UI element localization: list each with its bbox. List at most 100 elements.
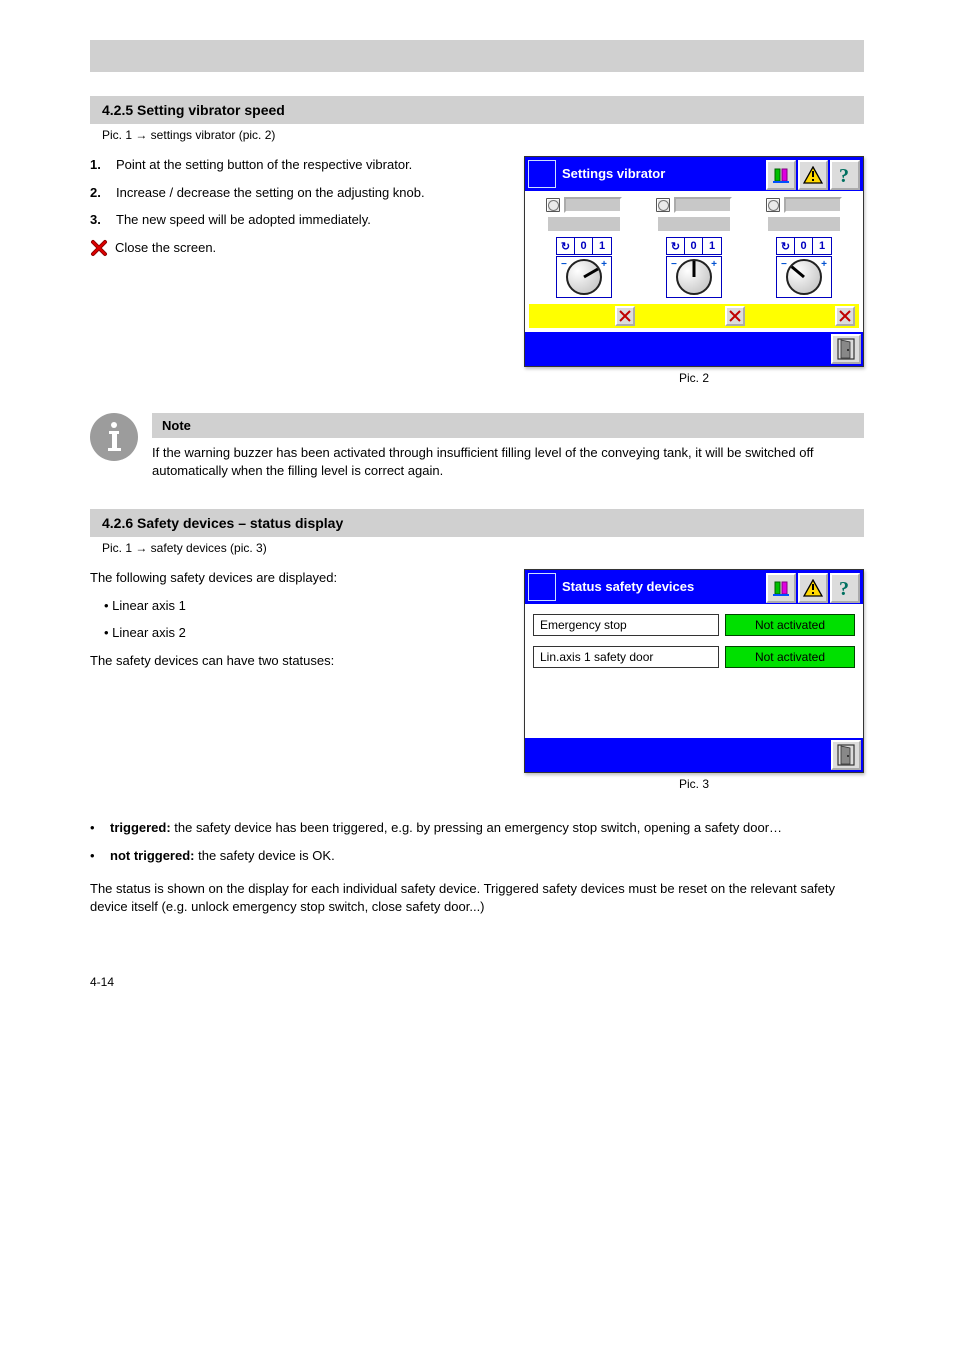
info-body: If the warning buzzer has been activated… <box>152 438 864 479</box>
warning-icon-button[interactable] <box>798 160 828 190</box>
knob-1: ↻ 0 1 − + <box>544 237 624 298</box>
reset-icon: ↻ <box>671 240 680 253</box>
safety-row-1-label: Emergency stop <box>533 614 719 636</box>
warning-triangle-icon <box>803 579 823 597</box>
hmi2-title: Status safety devices <box>562 572 765 602</box>
section-1-trail: Pic. 1 → settings vibrator (pic. 2) <box>90 128 864 142</box>
hmi-title: Settings vibrator <box>562 159 765 189</box>
minus-icon: − <box>781 259 787 270</box>
safety-row-2-label: Lin.axis 1 safety door <box>533 646 719 668</box>
info-icon <box>90 413 138 461</box>
info-heading: Note <box>152 413 864 438</box>
sub-label-1 <box>548 217 620 231</box>
lamp-2-field[interactable] <box>674 197 732 213</box>
lamp-1-icon <box>546 198 560 212</box>
knob-2-one-button[interactable]: 1 <box>703 238 721 254</box>
knob-3-zero-button[interactable]: 0 <box>795 238 813 254</box>
section-2-title: 4.2.6 Safety devices – status display <box>90 509 864 537</box>
exit-door-button[interactable] <box>831 334 861 364</box>
bars-icon-button-2[interactable] <box>766 573 796 603</box>
bars-icon <box>772 166 790 184</box>
sub-label-3 <box>768 217 840 231</box>
section-2-explain: The safety devices can have two statuses… <box>90 652 506 670</box>
exit-door-button-2[interactable] <box>831 740 861 770</box>
lamp-2-icon <box>656 198 670 212</box>
status-2-desc: the safety device is OK. <box>198 848 335 863</box>
minus-icon: − <box>561 259 567 270</box>
section-2-intro: The following safety devices are display… <box>90 569 506 587</box>
bars-icon <box>772 579 790 597</box>
knob-3-dial[interactable]: − + <box>776 256 832 298</box>
bars-icon-button[interactable] <box>766 160 796 190</box>
status-1-desc: the safety device has been triggered, e.… <box>174 820 782 835</box>
warning-triangle-icon <box>803 166 823 184</box>
section-1-title-text: 4.2.5 Setting vibrator speed <box>102 102 285 118</box>
plus-icon: + <box>601 259 607 270</box>
step-1-num: 1. <box>90 156 108 174</box>
step-4-text: Close the screen. <box>115 239 216 257</box>
safety-row-1: Emergency stop Not activated <box>533 614 855 636</box>
step-2-text: Increase / decrease the setting on the a… <box>116 184 425 202</box>
knob-1-dial[interactable]: − + <box>556 256 612 298</box>
lamp-3-icon <box>766 198 780 212</box>
reset-3-button[interactable] <box>835 306 855 326</box>
status-1-label: triggered: <box>110 820 171 835</box>
section-2-detail-para: The status is shown on the display for e… <box>90 880 864 915</box>
section-2-text: The following safety devices are display… <box>90 569 506 791</box>
hmi2-title-icon <box>528 573 556 601</box>
reset-1-button[interactable] <box>615 306 635 326</box>
x-red-icon <box>619 310 631 322</box>
knob-1-one-button[interactable]: 1 <box>593 238 611 254</box>
pic-2-caption: Pic. 2 <box>524 371 864 385</box>
sub-label-2 <box>658 217 730 231</box>
reset-2-button[interactable] <box>725 306 745 326</box>
section-1-title: 4.2.5 Setting vibrator speed <box>90 96 864 124</box>
section-1-text: 1. Point at the setting button of the re… <box>90 156 506 385</box>
status-2-label: not triggered: <box>110 848 195 863</box>
safety-row-1-status: Not activated <box>725 614 855 636</box>
lamp-1-field[interactable] <box>564 197 622 213</box>
svg-text:?: ? <box>839 578 849 598</box>
hmi-panel-vibrator: Settings vibrator <box>524 156 864 367</box>
page-number: 4-14 <box>90 975 864 989</box>
help-icon-button[interactable]: ? <box>830 160 860 190</box>
knob-1-reset-button[interactable]: ↻ <box>557 238 575 254</box>
pic-3-caption: Pic. 3 <box>524 777 864 791</box>
knob-3-one-button[interactable]: 1 <box>813 238 831 254</box>
plus-icon: + <box>711 259 717 270</box>
item-1: Linear axis 1 <box>112 598 186 613</box>
door-icon <box>837 338 855 360</box>
step-1-text: Point at the setting button of the respe… <box>116 156 412 174</box>
section-2-trail: Pic. 1 → safety devices (pic. 3) <box>90 541 864 555</box>
lamp-3-field[interactable] <box>784 197 842 213</box>
reset-icon: ↻ <box>781 240 790 253</box>
x-red-icon <box>729 310 741 322</box>
hmi-panel-safety: Status safety devices <box>524 569 864 773</box>
hmi-title-icon <box>528 160 556 188</box>
knob-2-reset-button[interactable]: ↻ <box>667 238 685 254</box>
safety-row-2-status: Not activated <box>725 646 855 668</box>
knob-2-zero-button[interactable]: 0 <box>685 238 703 254</box>
lamp-row <box>529 197 859 213</box>
help-icon-button-2[interactable]: ? <box>830 573 860 603</box>
step-2-num: 2. <box>90 184 108 202</box>
close-x-icon <box>90 239 108 257</box>
knob-3-reset-button[interactable]: ↻ <box>777 238 795 254</box>
page-header <box>90 40 864 72</box>
question-mark-icon: ? <box>837 578 853 598</box>
step-3-text: The new speed will be adopted immediatel… <box>116 211 371 229</box>
reset-icon: ↻ <box>561 240 570 253</box>
door-icon <box>837 744 855 766</box>
warning-icon-button-2[interactable] <box>798 573 828 603</box>
knob-2-dial[interactable]: − + <box>666 256 722 298</box>
section-2-title-text: 4.2.6 Safety devices – status display <box>102 515 343 531</box>
x-red-icon <box>839 310 851 322</box>
knob-3: ↻ 0 1 − + <box>764 237 844 298</box>
knob-1-zero-button[interactable]: 0 <box>575 238 593 254</box>
item-2: Linear axis 2 <box>112 625 186 640</box>
safety-row-2: Lin.axis 1 safety door Not activated <box>533 646 855 668</box>
minus-icon: − <box>671 259 677 270</box>
info-callout: Note If the warning buzzer has been acti… <box>90 413 864 479</box>
question-mark-icon: ? <box>837 165 853 185</box>
svg-text:?: ? <box>839 165 849 185</box>
